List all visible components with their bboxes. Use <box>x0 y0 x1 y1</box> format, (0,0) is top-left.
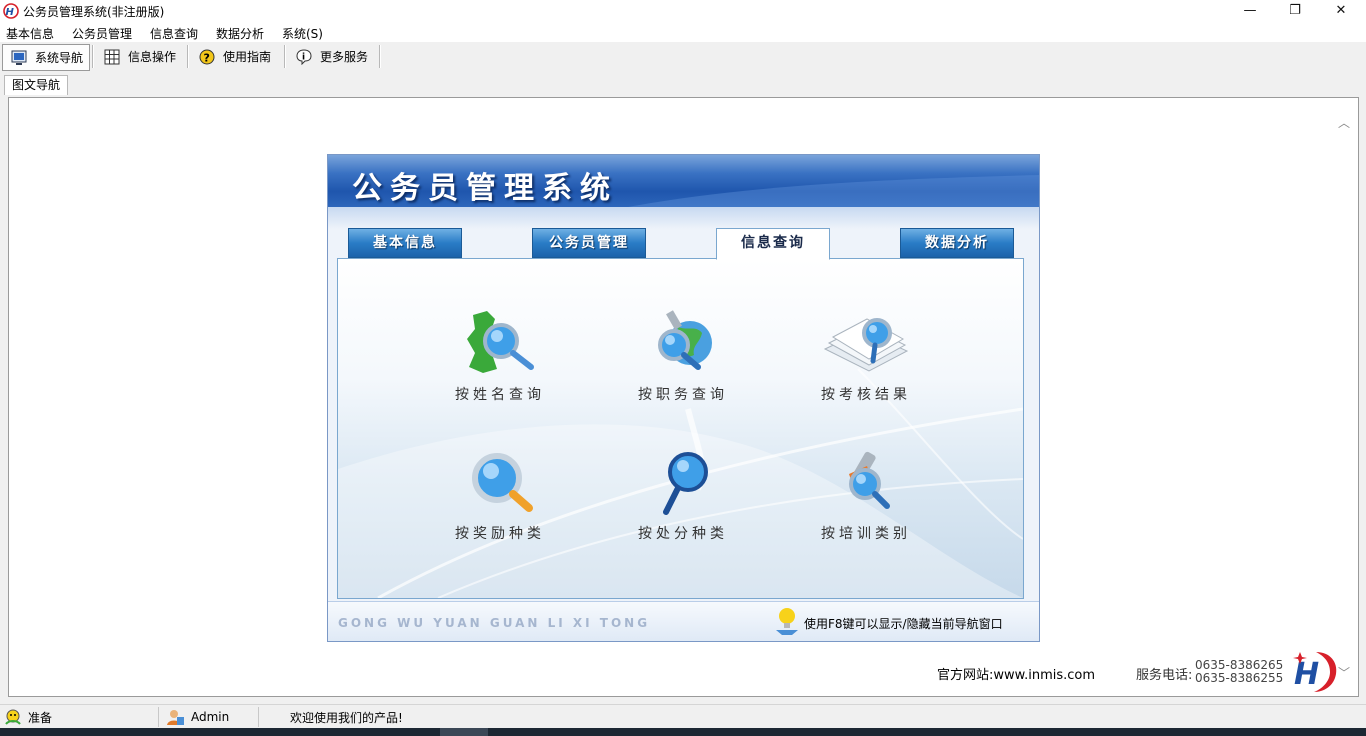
query-by-training-category[interactable]: 按培训类别 <box>791 448 941 543</box>
query-by-award-type-label: 按奖励种类 <box>455 526 545 542</box>
info-icon: i <box>296 48 312 65</box>
system-nav-label: 系统导航 <box>35 51 84 65</box>
query-by-assessment[interactable]: 按考核结果 <box>791 309 941 404</box>
status-ready: 准备 <box>4 708 52 726</box>
info-operation-button[interactable]: 信息操作 <box>94 44 176 69</box>
panel-band <box>328 207 1039 229</box>
status-face-icon <box>5 709 21 725</box>
menu-data-analysis[interactable]: 数据分析 <box>216 25 264 42</box>
magnifier-icon <box>472 453 533 512</box>
menu-info-query[interactable]: 信息查询 <box>150 25 198 42</box>
status-user: Admin <box>165 708 229 726</box>
status-divider <box>158 707 159 727</box>
title-bar: H 公务员管理系统(非注册版) — ❐ ✕ <box>0 0 1366 22</box>
window-title: 公务员管理系统(非注册版) <box>23 5 165 19</box>
panel-title: 公务员管理系统 <box>352 171 618 206</box>
svg-text:H: H <box>6 7 15 18</box>
taskbar <box>0 728 1366 736</box>
query-by-name-label: 按姓名查询 <box>455 387 545 403</box>
panel-footer: GONG WU YUAN GUAN LI XI TONG 使用F8键可以显示/隐… <box>328 601 1039 641</box>
query-by-penalty-type-label: 按处分种类 <box>638 526 728 542</box>
query-by-penalty-type[interactable]: 按处分种类 <box>608 448 758 543</box>
query-by-position[interactable]: 按职务查询 <box>608 309 758 404</box>
user-guide-label: 使用指南 <box>223 50 272 64</box>
menu-bar: 基本信息 公务员管理 信息查询 数据分析 系统(S) <box>0 22 1366 42</box>
globe-magnifier-icon <box>658 310 712 370</box>
toolbar-divider <box>379 45 381 68</box>
user-guide-button[interactable]: ? 使用指南 <box>189 44 271 69</box>
close-button[interactable]: ✕ <box>1318 0 1364 22</box>
info-operation-label: 信息操作 <box>128 50 177 64</box>
minimize-button[interactable]: — <box>1227 0 1273 22</box>
panel-header: 公务员管理系统 <box>328 155 1039 207</box>
tab-staff-management[interactable]: 公务员管理 <box>532 228 646 258</box>
f8-hint: 使用F8键可以显示/隐藏当前导航窗口 <box>804 617 1003 631</box>
toolbar: 系统导航 信息操作 ? 使用指南 i 更多服务 <box>0 42 1366 71</box>
tab-info-query[interactable]: 信息查询 <box>716 228 830 260</box>
phone-number-2: 0635-8386255 <box>1195 671 1284 685</box>
svg-text:H: H <box>1294 657 1319 692</box>
help-icon: ? <box>199 49 215 64</box>
svg-text:i: i <box>302 52 305 62</box>
navigation-panel: 公务员管理系统 基本信息 公务员管理 信息查询 数据分析 按姓名查询 按职务查询… <box>327 154 1040 642</box>
query-by-training-category-label: 按培训类别 <box>821 526 911 542</box>
map-magnifier-icon <box>467 311 534 373</box>
more-services-button[interactable]: i 更多服务 <box>286 44 368 69</box>
menu-basic-info[interactable]: 基本信息 <box>6 25 54 42</box>
query-by-award-type[interactable]: 按奖励种类 <box>425 448 575 543</box>
documents-magnifier-icon <box>823 318 909 372</box>
pinyin-caption: GONG WU YUAN GUAN LI XI TONG <box>338 616 651 630</box>
status-bar: 准备 Admin 欢迎使用我们的产品! <box>0 704 1366 729</box>
status-message: 欢迎使用我们的产品! <box>290 710 403 725</box>
menu-system[interactable]: 系统(S) <box>282 25 323 42</box>
tab-basic-info[interactable]: 基本信息 <box>348 228 462 258</box>
tab-graphic-nav[interactable]: 图文导航 <box>4 75 68 95</box>
user-icon <box>167 710 184 725</box>
maximize-button[interactable]: ❐ <box>1272 0 1318 22</box>
status-divider <box>258 707 259 727</box>
status-ready-label: 准备 <box>28 710 53 725</box>
tab-body: 按姓名查询 按职务查询 按考核结果 按奖励种类 按处分种类 按培训类别 <box>337 258 1024 599</box>
query-by-name[interactable]: 按姓名查询 <box>425 309 575 404</box>
query-by-position-label: 按职务查询 <box>638 387 728 403</box>
scroll-up-icon[interactable]: ︿ <box>1338 114 1350 131</box>
tab-data-analysis[interactable]: 数据分析 <box>900 228 1014 258</box>
website-text: 官方网站:www.inmis.com <box>937 668 1096 683</box>
svg-text:?: ? <box>204 51 210 64</box>
query-by-assessment-label: 按考核结果 <box>821 387 911 403</box>
magnifier-handle-icon <box>663 452 708 515</box>
taskbar-highlight <box>440 728 488 736</box>
monitor-icon <box>11 50 27 65</box>
phone-label: 服务电话: <box>1136 668 1193 683</box>
app-logo-icon: H <box>3 3 19 19</box>
lightbulb-icon <box>776 608 798 635</box>
tools-magnifier-icon <box>849 451 890 509</box>
grid-icon <box>104 49 120 64</box>
menu-staff-management[interactable]: 公务员管理 <box>72 25 132 42</box>
phone-number-1: 0635-8386265 <box>1195 658 1284 672</box>
system-nav-button[interactable]: 系统导航 <box>2 44 90 71</box>
status-user-label: Admin <box>191 710 230 724</box>
brand-logo-icon: H <box>1293 652 1337 692</box>
more-services-label: 更多服务 <box>320 50 369 64</box>
